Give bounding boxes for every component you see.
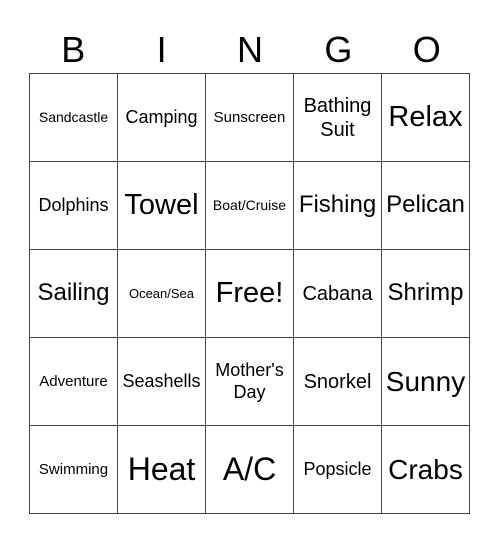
bingo-cell[interactable]: Snorkel [294,338,382,426]
bingo-cell[interactable]: Swimming [30,426,118,514]
header-letter-n: N [236,29,263,70]
bingo-cell[interactable]: Popsicle [294,426,382,514]
bingo-cell[interactable]: Sunscreen [206,74,294,162]
bingo-cell[interactable]: Shrimp [382,250,470,338]
bingo-header: B I N G O [29,28,471,72]
header-letter-g: G [324,29,353,70]
header-letter-o: O [412,29,441,70]
bingo-cell[interactable]: Towel [118,162,206,250]
bingo-cell[interactable]: Relax [382,74,470,162]
bingo-cell[interactable]: Ocean/Sea [118,250,206,338]
bingo-cell[interactable]: Heat [118,426,206,514]
bingo-grid: Sandcastle Camping Sunscreen Bathing Sui… [29,73,470,514]
bingo-cell[interactable]: Bathing Suit [294,74,382,162]
bingo-cell[interactable]: Mother's Day [206,338,294,426]
bingo-cell[interactable]: Sunny [382,338,470,426]
bingo-cell[interactable]: Sailing [30,250,118,338]
bingo-cell[interactable]: A/C [206,426,294,514]
bingo-cell[interactable]: Dolphins [30,162,118,250]
free-space-cell[interactable]: Free! [206,250,294,338]
bingo-cell[interactable]: Camping [118,74,206,162]
header-letter-i: I [156,29,167,70]
bingo-cell[interactable]: Pelican [382,162,470,250]
header-letter-b: B [61,29,86,70]
bingo-cell[interactable]: Seashells [118,338,206,426]
bingo-cell[interactable]: Crabs [382,426,470,514]
bingo-cell[interactable]: Cabana [294,250,382,338]
bingo-cell[interactable]: Adventure [30,338,118,426]
bingo-cell[interactable]: Fishing [294,162,382,250]
bingo-cell[interactable]: Sandcastle [30,74,118,162]
bingo-cell[interactable]: Boat/Cruise [206,162,294,250]
